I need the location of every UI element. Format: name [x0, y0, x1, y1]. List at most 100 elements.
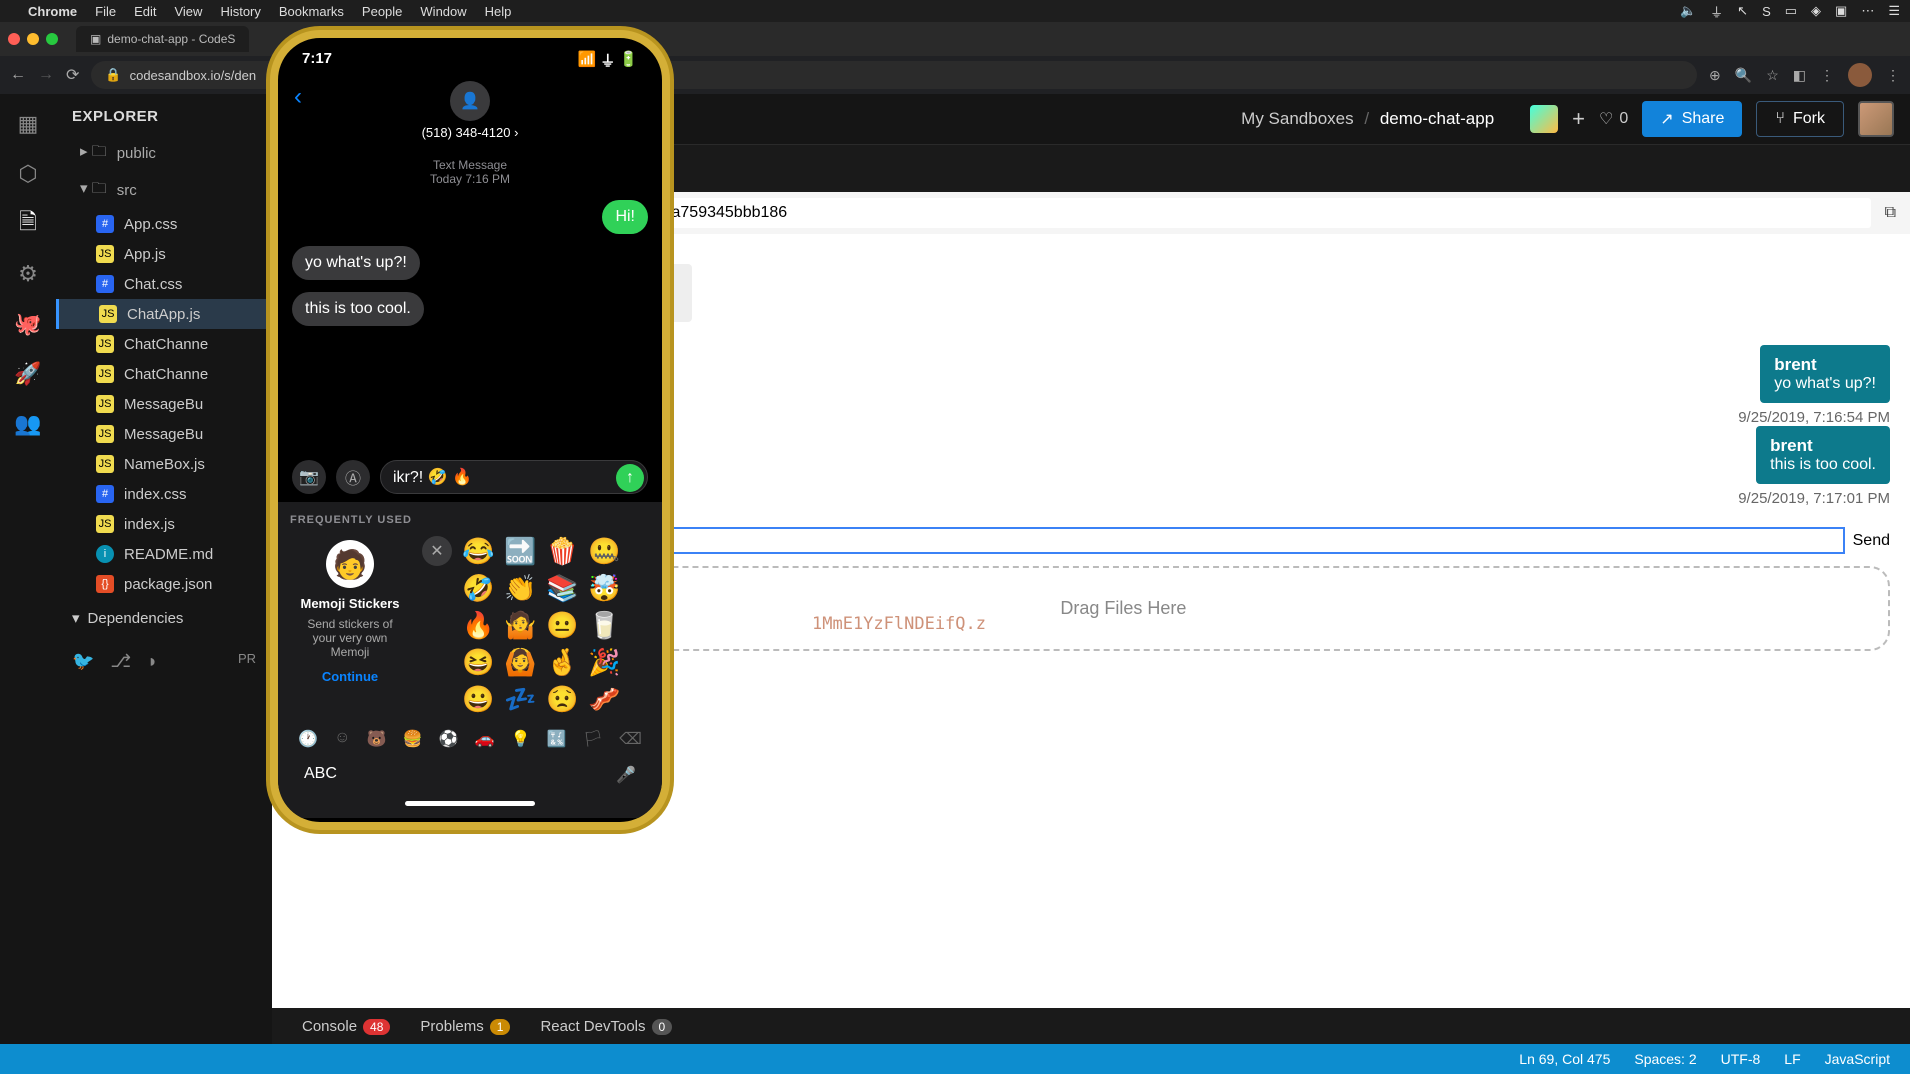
plus-icon[interactable]: +	[1572, 106, 1585, 132]
deploy-icon[interactable]: 🚀	[16, 362, 40, 386]
user-avatar[interactable]	[1858, 101, 1894, 137]
file-item[interactable]: JSMessageBu	[56, 389, 272, 419]
abc-button[interactable]: ABC	[304, 765, 337, 785]
close-icon[interactable]: ✕	[422, 536, 452, 566]
nav-forward[interactable]: →	[38, 66, 54, 84]
emoji-item[interactable]: 🥛	[588, 610, 624, 641]
emoji-item[interactable]: 😟	[546, 684, 582, 715]
emoji-item[interactable]: 😐	[546, 610, 582, 641]
send-button[interactable]: Send	[1853, 532, 1890, 550]
nav-back[interactable]: ←	[10, 66, 26, 84]
outgoing-bubble[interactable]: Hi!	[602, 200, 648, 234]
emoji-item[interactable]: 🤯	[588, 573, 624, 604]
github-icon[interactable]: 🐙	[16, 312, 40, 336]
folder-public[interactable]: ▸ 🗀public	[56, 135, 272, 172]
symbols-icon[interactable]: 🔣	[547, 729, 567, 749]
emoji-item[interactable]: 😀	[462, 684, 498, 715]
menu-people[interactable]: People	[362, 4, 402, 19]
file-item[interactable]: JSNameBox.js	[56, 449, 272, 479]
spectrum-icon[interactable]: ◗	[147, 651, 158, 672]
window-minimize[interactable]	[27, 33, 39, 45]
ext-icon[interactable]: ⋮	[1820, 67, 1834, 84]
emoji-item[interactable]: 🔜	[504, 536, 540, 567]
volume-icon[interactable]: 🔈	[1680, 3, 1696, 19]
window-maximize[interactable]	[46, 33, 58, 45]
file-item[interactable]: JSChatApp.js	[56, 299, 272, 329]
twitter-icon[interactable]: 🐦	[72, 651, 94, 672]
message-draft[interactable]: ikr?! 🤣 🔥 ↑	[380, 460, 648, 494]
fork-button[interactable]: ⑂Fork	[1756, 101, 1844, 137]
animals-icon[interactable]: 🐻	[367, 729, 387, 749]
open-new-window-icon[interactable]: ⧉	[1885, 204, 1896, 222]
incoming-bubble[interactable]: this is too cool.	[292, 292, 424, 326]
emoji-item[interactable]: 🥓	[588, 684, 624, 715]
objects-icon[interactable]: 💡	[511, 729, 531, 749]
emoji-item[interactable]: 🤐	[588, 536, 624, 567]
incoming-bubble[interactable]: yo what's up?!	[292, 246, 420, 280]
live-icon[interactable]: 👥	[16, 412, 40, 436]
tab-problems[interactable]: Problems1	[420, 1018, 510, 1035]
sandbox-badge-icon[interactable]	[1530, 105, 1558, 133]
ext-icon[interactable]: ◧	[1793, 67, 1806, 84]
dependencies-section[interactable]: ▾Dependencies	[56, 599, 272, 637]
sandbox-icon[interactable]: ▦	[16, 112, 40, 136]
emoji-item[interactable]: 🔥	[462, 610, 498, 641]
breadcrumb-leaf[interactable]: demo-chat-app	[1380, 109, 1494, 128]
menu-file[interactable]: File	[95, 4, 116, 19]
memoji-continue[interactable]: Continue	[294, 669, 406, 684]
emoji-item[interactable]: 🤷	[504, 610, 540, 641]
settings-icon[interactable]: ⚙	[16, 262, 40, 286]
emoji-item[interactable]: 🤣	[462, 573, 498, 604]
emoji-item[interactable]: 🙆	[504, 647, 540, 678]
app-name[interactable]: Chrome	[28, 4, 77, 19]
back-button[interactable]: ‹	[294, 83, 302, 111]
tab-console[interactable]: Console48	[302, 1018, 390, 1035]
recent-icon[interactable]: 🕐	[298, 729, 318, 749]
menu-edit[interactable]: Edit	[134, 4, 156, 19]
emoji-item[interactable]: 📚	[546, 573, 582, 604]
flags-icon[interactable]: 🏳	[583, 729, 603, 749]
contact-avatar[interactable]: 👤	[450, 81, 490, 121]
smileys-icon[interactable]: ☺	[334, 729, 350, 749]
home-indicator[interactable]	[405, 801, 535, 806]
tray-icon[interactable]: S	[1762, 4, 1771, 19]
tray-icon-3[interactable]: ◈	[1811, 3, 1821, 19]
file-item[interactable]: #Chat.css	[56, 269, 272, 299]
file-item[interactable]: JSChatChanne	[56, 359, 272, 389]
breadcrumb-root[interactable]: My Sandboxes	[1241, 109, 1353, 128]
cursor-position[interactable]: Ln 69, Col 475	[1519, 1051, 1610, 1067]
file-item[interactable]: JSindex.js	[56, 509, 272, 539]
apps-icon[interactable]: Ⓐ	[336, 460, 370, 494]
profile-avatar[interactable]	[1848, 63, 1872, 87]
files-icon[interactable]: 🗎	[16, 212, 40, 236]
camera-icon[interactable]: 📷	[292, 460, 326, 494]
control-center-icon[interactable]: ☰	[1888, 3, 1900, 19]
eol[interactable]: LF	[1784, 1051, 1800, 1067]
zoom-icon[interactable]: 🔍	[1735, 67, 1752, 84]
mic-icon[interactable]: 🎤	[616, 765, 636, 785]
file-item[interactable]: JSMessageBu	[56, 419, 272, 449]
menu-bookmarks[interactable]: Bookmarks	[279, 4, 344, 19]
contact-number[interactable]: (518) 348-4120 ›	[278, 125, 662, 140]
menu-history[interactable]: History	[220, 4, 260, 19]
send-arrow-icon[interactable]: ↑	[616, 464, 644, 492]
emoji-item[interactable]: 😂	[462, 536, 498, 567]
file-item[interactable]: iREADME.md	[56, 539, 272, 569]
tab-react-devtools[interactable]: React DevTools0	[540, 1018, 672, 1035]
like-count[interactable]: ♡ 0	[1599, 109, 1628, 129]
file-item[interactable]: JSChatChanne	[56, 329, 272, 359]
backspace-icon[interactable]: ⌫	[619, 729, 642, 749]
encoding[interactable]: UTF-8	[1721, 1051, 1761, 1067]
cube-icon[interactable]: ⬡	[16, 162, 40, 186]
language-mode[interactable]: JavaScript	[1825, 1051, 1890, 1067]
github-icon[interactable]: ⎇	[110, 651, 131, 672]
file-item[interactable]: JSApp.js	[56, 239, 272, 269]
share-button[interactable]: ↗Share	[1642, 101, 1742, 137]
window-close[interactable]	[8, 33, 20, 45]
menu-help[interactable]: Help	[485, 4, 512, 19]
tray-icon-4[interactable]: ▣	[1835, 3, 1847, 19]
emoji-item[interactable]: 😆	[462, 647, 498, 678]
file-item[interactable]: {}package.json	[56, 569, 272, 599]
chrome-menu[interactable]: ⋮	[1886, 67, 1900, 84]
file-item[interactable]: #App.css	[56, 209, 272, 239]
